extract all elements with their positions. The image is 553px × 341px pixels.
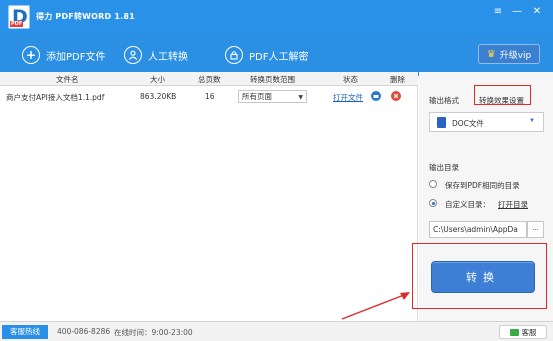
header-filename: 文件名: [56, 75, 79, 84]
header-size: 大小: [150, 75, 165, 84]
add-pdf-label: 添加PDF文件: [46, 51, 106, 63]
annotation-box-effect-settings: [474, 85, 531, 105]
status-bar: 客服热线 400-086-8286 在线时间：9:00-23:00 客服: [0, 321, 553, 341]
logo-pdf-badge: PDF: [10, 21, 24, 27]
header-range: 转换页数范围: [250, 75, 295, 84]
upgrade-vip-label: 升级vip: [499, 50, 532, 61]
table-header: 文件名 大小 总页数 转换页数范围 状态 删除: [0, 72, 418, 86]
page-range-select[interactable]: 所有页面 ▼: [238, 90, 307, 103]
pdf-decrypt-label: PDF人工解密: [249, 51, 309, 63]
minimize-icon[interactable]: —: [510, 6, 524, 18]
printer-icon[interactable]: [371, 91, 381, 101]
chevron-down-icon: ▼: [298, 94, 303, 101]
customer-service-label: 客服: [521, 327, 537, 337]
toolbar: + 添加PDF文件 人工转换 PDF人工解密: [0, 34, 553, 76]
header-pages: 总页数: [198, 75, 221, 84]
person-icon: [124, 46, 142, 64]
menu-icon[interactable]: ≡: [491, 6, 505, 18]
app-logo: D PDF: [8, 5, 30, 29]
plus-icon: +: [22, 46, 40, 64]
custom-dir-label: 自定义目录：: [445, 200, 490, 209]
title-bar: D PDF 得力 PDF转WORD 1.81 ≡ — ✕: [0, 0, 553, 34]
output-dir-label: 输出目录: [429, 163, 459, 172]
output-format-select[interactable]: DOC文件 ▼: [429, 112, 544, 132]
hotline-badge: 客服热线: [2, 325, 48, 339]
radio-same-dir[interactable]: [429, 180, 437, 188]
chat-icon: [509, 328, 519, 336]
hotline-phone: 400-086-8286: [57, 327, 111, 336]
lock-icon: [225, 46, 243, 64]
online-hours: 在线时间：9:00-23:00: [114, 328, 193, 337]
file-name: 商户支付API接入文档1.1.pdf: [6, 93, 105, 102]
table-row[interactable]: 商户支付API接入文档1.1.pdf 863.20KB 16 所有页面 ▼ 打开…: [0, 86, 418, 106]
upgrade-vip-button[interactable]: ♛ 升级vip: [478, 44, 540, 64]
file-pages: 16: [205, 92, 215, 101]
annotation-arrow-icon: [341, 292, 410, 320]
annotation-box-convert: [412, 243, 547, 309]
radio-custom-dir[interactable]: [429, 199, 437, 207]
file-table: 文件名 大小 总页数 转换页数范围 状态 删除 商户支付API接入文档1.1.p…: [0, 72, 418, 321]
open-file-link[interactable]: 打开文件: [333, 92, 363, 103]
header-delete: 删除: [390, 75, 405, 84]
pdf-decrypt-button[interactable]: PDF人工解密: [225, 46, 308, 64]
app-title: 得力 PDF转WORD 1.81: [36, 12, 135, 21]
manual-convert-label: 人工转换: [148, 51, 188, 63]
close-icon[interactable]: ✕: [530, 6, 544, 18]
output-path-field[interactable]: C:\Users\admin\AppDa: [429, 221, 527, 238]
manual-convert-button[interactable]: 人工转换: [124, 46, 188, 64]
page-range-value: 所有页面: [242, 92, 272, 101]
browse-button[interactable]: ...: [527, 221, 544, 238]
file-size: 863.20KB: [140, 92, 177, 101]
customer-service-button[interactable]: 客服: [499, 325, 547, 339]
delete-icon[interactable]: [391, 91, 401, 101]
add-pdf-button[interactable]: + 添加PDF文件: [22, 46, 105, 64]
chevron-down-icon: ▼: [529, 118, 535, 124]
word-doc-icon: [437, 117, 446, 128]
crown-icon: ♛: [486, 48, 496, 60]
output-format-value: DOC文件: [452, 119, 484, 128]
output-format-label: 输出格式: [429, 96, 459, 105]
open-dir-link[interactable]: 打开目录: [498, 199, 528, 210]
header-status: 状态: [343, 75, 358, 84]
same-dir-label: 保存到PDF相同的目录: [445, 181, 520, 190]
